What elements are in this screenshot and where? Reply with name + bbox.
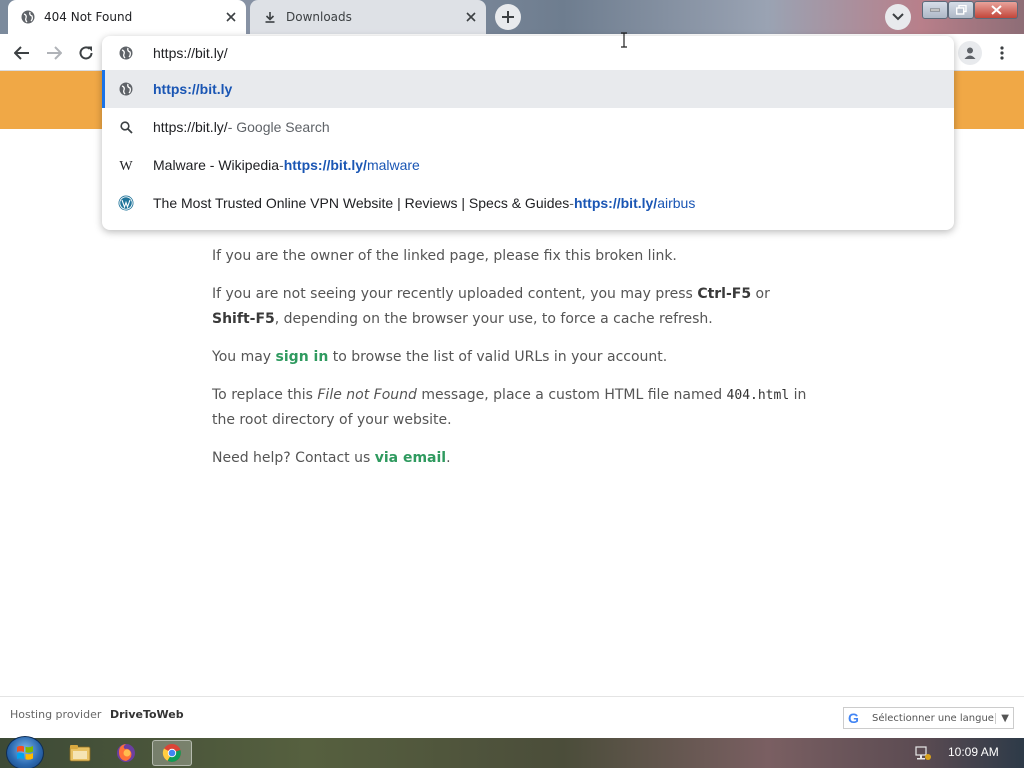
close-tab-icon[interactable] bbox=[222, 8, 240, 26]
kebab-menu-icon bbox=[1000, 46, 1004, 60]
paragraph: If you are not seeing your recently uplo… bbox=[212, 286, 770, 327]
paragraph: To replace this File not Found message, … bbox=[212, 387, 807, 428]
new-tab-button[interactable] bbox=[495, 4, 521, 30]
chrome-icon bbox=[162, 744, 181, 762]
search-icon bbox=[118, 119, 134, 135]
chevron-down-icon bbox=[892, 13, 904, 21]
network-tray-icon[interactable] bbox=[914, 745, 932, 761]
hosting-label: Hosting provider bbox=[10, 708, 102, 721]
suggestion-text: https://bit.ly/ bbox=[153, 119, 228, 135]
text-cursor-icon bbox=[621, 32, 627, 48]
error-message-content: If you are the owner of the linked page,… bbox=[212, 244, 812, 484]
arrow-right-icon bbox=[47, 46, 62, 60]
windows-logo-icon bbox=[17, 745, 33, 760]
key-hint: Shift-F5 bbox=[212, 311, 275, 327]
tab-downloads[interactable]: Downloads bbox=[250, 0, 486, 34]
tab-404-not-found[interactable]: 404 Not Found bbox=[8, 0, 246, 34]
reload-icon bbox=[79, 46, 93, 60]
arrow-left-icon bbox=[14, 46, 29, 60]
taskbar-explorer[interactable] bbox=[60, 740, 100, 766]
key-hint: Ctrl-F5 bbox=[697, 286, 752, 302]
hosting-provider-link[interactable]: DriveToWeb bbox=[110, 708, 184, 721]
suggestion-url-path: airbus bbox=[657, 195, 696, 211]
paragraph: Need help? Contact us via email. bbox=[212, 450, 451, 466]
address-input[interactable] bbox=[153, 45, 853, 61]
filename-code: 404.html bbox=[726, 388, 790, 403]
wikipedia-icon: W bbox=[118, 157, 134, 173]
google-g-icon: G bbox=[848, 710, 859, 726]
back-button[interactable] bbox=[9, 40, 35, 66]
firefox-icon bbox=[117, 744, 135, 762]
taskbar-clock[interactable]: 10:09 AM bbox=[948, 745, 999, 759]
suggestion-url: https://bit.ly bbox=[153, 81, 233, 97]
paragraph: You may sign in to browse the list of va… bbox=[212, 349, 668, 365]
forward-button[interactable] bbox=[41, 40, 67, 66]
suggestion-source: - Google Search bbox=[227, 119, 330, 135]
paragraph: If you are the owner of the linked page,… bbox=[212, 248, 677, 264]
windows-taskbar: 10:09 AM bbox=[0, 736, 1024, 768]
suggestion-url-path: malware bbox=[366, 157, 420, 173]
language-select[interactable]: G Sélectionner une langue ▼ bbox=[843, 707, 1014, 729]
suggestion-url-host: https://bit.ly/ bbox=[283, 157, 367, 173]
suggestion-item[interactable]: https://bit.ly bbox=[102, 70, 954, 108]
tab-label: 404 Not Found bbox=[44, 10, 133, 24]
download-icon bbox=[262, 9, 278, 25]
suggestion-text: The Most Trusted Online VPN Website | Re… bbox=[153, 195, 570, 211]
close-tab-icon[interactable] bbox=[462, 8, 480, 26]
menu-button[interactable] bbox=[992, 41, 1012, 65]
minimize-button[interactable] bbox=[922, 1, 948, 19]
svg-text:W: W bbox=[119, 159, 133, 171]
email-link[interactable]: via email bbox=[375, 450, 446, 466]
sign-in-link[interactable]: sign in bbox=[276, 349, 329, 365]
caret-down-icon: ▼ bbox=[995, 712, 1009, 724]
suggestion-item[interactable]: https://bit.ly/ - Google Search bbox=[102, 108, 954, 146]
page-footer: Hosting provider DriveToWeb G Sélectionn… bbox=[0, 696, 1024, 738]
plus-icon bbox=[502, 11, 514, 23]
folder-icon bbox=[69, 745, 91, 762]
restore-button[interactable] bbox=[948, 1, 974, 19]
address-bar[interactable] bbox=[102, 36, 954, 70]
start-button[interactable] bbox=[6, 736, 44, 768]
person-icon bbox=[964, 47, 976, 59]
taskbar-firefox[interactable] bbox=[106, 740, 146, 766]
suggestion-item[interactable]: The Most Trusted Online VPN Website | Re… bbox=[102, 184, 954, 222]
language-select-label: Sélectionner une langue bbox=[872, 712, 994, 724]
tab-search-button[interactable] bbox=[885, 4, 911, 30]
globe-icon bbox=[118, 81, 134, 97]
close-window-button[interactable] bbox=[974, 1, 1018, 19]
suggestion-item[interactable]: W Malware - Wikipedia - https://bit.ly/ … bbox=[102, 146, 954, 184]
tab-strip: 404 Not Found Downloads bbox=[0, 0, 1024, 34]
suggestion-text: Malware - Wikipedia bbox=[153, 157, 280, 173]
omnibox-dropdown: https://bit.ly https://bit.ly/ - Google … bbox=[102, 36, 954, 230]
profile-button[interactable] bbox=[958, 41, 982, 65]
suggestion-url-host: https://bit.ly/ bbox=[573, 195, 658, 211]
globe-icon bbox=[20, 9, 36, 25]
reload-button[interactable] bbox=[73, 40, 99, 66]
wordpress-icon bbox=[118, 195, 134, 211]
tab-label: Downloads bbox=[286, 10, 352, 24]
globe-icon bbox=[118, 45, 134, 61]
taskbar-chrome[interactable] bbox=[152, 740, 192, 766]
